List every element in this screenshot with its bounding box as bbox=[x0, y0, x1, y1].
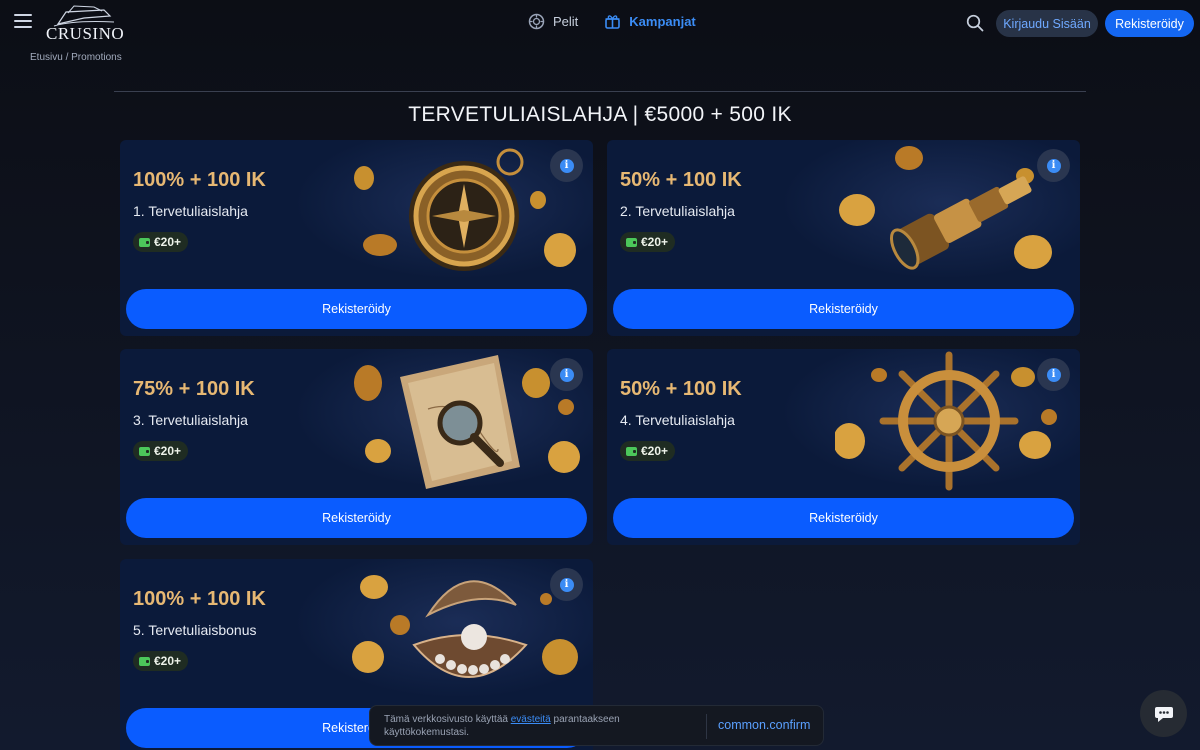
login-button[interactable]: Kirjaudu Sisään bbox=[996, 10, 1098, 37]
min-deposit-badge: €20+ bbox=[133, 441, 189, 461]
info-button[interactable]: i bbox=[550, 568, 583, 601]
bonus-name: 3. Tervetuliaislahja bbox=[133, 412, 248, 428]
nav-item-promotions[interactable]: Kampanjat bbox=[604, 13, 696, 30]
cookie-divider bbox=[706, 714, 707, 739]
search-icon[interactable] bbox=[966, 14, 984, 32]
bonus-name: 1. Tervetuliaislahja bbox=[133, 203, 248, 219]
bonus-amount: 50% + 100 IK bbox=[620, 378, 742, 400]
nav-item-games[interactable]: Pelit bbox=[528, 13, 578, 30]
min-deposit-value: €20+ bbox=[154, 235, 182, 249]
wallet-icon bbox=[139, 446, 150, 456]
min-deposit-value: €20+ bbox=[641, 235, 669, 249]
chat-icon bbox=[1154, 706, 1173, 722]
gift-icon bbox=[605, 15, 621, 29]
min-deposit-badge: €20+ bbox=[620, 232, 676, 252]
page-title: TERVETULIAISLAHJA | €5000 + 500 IK bbox=[408, 103, 792, 126]
cookie-banner: Tämä verkkosivusto käyttää evästeitä par… bbox=[369, 705, 824, 746]
card-register-button[interactable]: Rekisteröidy bbox=[126, 498, 587, 538]
info-icon: i bbox=[559, 577, 574, 592]
bonus-name: 2. Tervetuliaislahja bbox=[620, 203, 735, 219]
info-button[interactable]: i bbox=[550, 149, 583, 182]
info-icon: i bbox=[559, 158, 574, 173]
logo[interactable]: CRUSINO bbox=[44, 4, 124, 43]
bonus-name: 4. Tervetuliaislahja bbox=[620, 412, 735, 428]
wallet-icon bbox=[139, 237, 150, 247]
breadcrumb: Etusivu / Promotions bbox=[30, 52, 122, 63]
bonus-amount: 100% + 100 IK bbox=[133, 588, 266, 610]
wallet-icon bbox=[626, 237, 637, 247]
wallet-icon bbox=[139, 656, 150, 666]
promo-card: 50% + 100 IK 4. Tervetuliaislahja €20+ i… bbox=[607, 349, 1080, 545]
nav-label-promotions: Kampanjat bbox=[629, 14, 696, 29]
min-deposit-value: €20+ bbox=[641, 444, 669, 458]
games-icon bbox=[528, 13, 545, 30]
bonus-amount: 100% + 100 IK bbox=[133, 169, 266, 191]
info-icon: i bbox=[1046, 367, 1061, 382]
logo-text: CRUSINO bbox=[46, 24, 125, 43]
promo-card: 50% + 100 IK 2. Tervetuliaislahja €20+ i… bbox=[607, 140, 1080, 336]
cookie-text: Tämä verkkosivusto käyttää evästeitä par… bbox=[384, 713, 704, 739]
promo-card: 100% + 100 IK 1. Tervetuliaislahja €20+ … bbox=[120, 140, 593, 336]
cookie-text-before: Tämä verkkosivusto käyttää bbox=[384, 714, 511, 725]
bonus-amount: 50% + 100 IK bbox=[620, 169, 742, 191]
min-deposit-value: €20+ bbox=[154, 444, 182, 458]
bonus-amount: 75% + 100 IK bbox=[133, 378, 255, 400]
min-deposit-value: €20+ bbox=[154, 654, 182, 668]
info-icon: i bbox=[1046, 158, 1061, 173]
wallet-icon bbox=[626, 446, 637, 456]
divider bbox=[114, 91, 1086, 92]
top-header: CRUSINO Pelit Kampanjat Kirjaudu Sisään … bbox=[0, 0, 1200, 46]
menu-icon[interactable] bbox=[14, 14, 32, 28]
nav-label-games: Pelit bbox=[553, 14, 579, 29]
chat-button[interactable] bbox=[1140, 690, 1187, 737]
register-button[interactable]: Rekisteröidy bbox=[1105, 10, 1194, 37]
card-register-button[interactable]: Rekisteröidy bbox=[613, 498, 1074, 538]
card-register-button[interactable]: Rekisteröidy bbox=[126, 289, 587, 329]
bonus-name: 5. Tervetuliaisbonus bbox=[133, 622, 257, 638]
min-deposit-badge: €20+ bbox=[133, 232, 189, 252]
main-nav: Pelit Kampanjat bbox=[528, 13, 696, 30]
info-button[interactable]: i bbox=[550, 358, 583, 391]
info-button[interactable]: i bbox=[1037, 358, 1070, 391]
card-register-button[interactable]: Rekisteröidy bbox=[613, 289, 1074, 329]
min-deposit-badge: €20+ bbox=[133, 651, 189, 671]
cookie-confirm-button[interactable]: common.confirm bbox=[718, 718, 810, 732]
min-deposit-badge: €20+ bbox=[620, 441, 676, 461]
info-icon: i bbox=[559, 367, 574, 382]
promo-card: 75% + 100 IK 3. Tervetuliaislahja €20+ i… bbox=[120, 349, 593, 545]
info-button[interactable]: i bbox=[1037, 149, 1070, 182]
cookie-policy-link[interactable]: evästeitä bbox=[511, 714, 551, 725]
